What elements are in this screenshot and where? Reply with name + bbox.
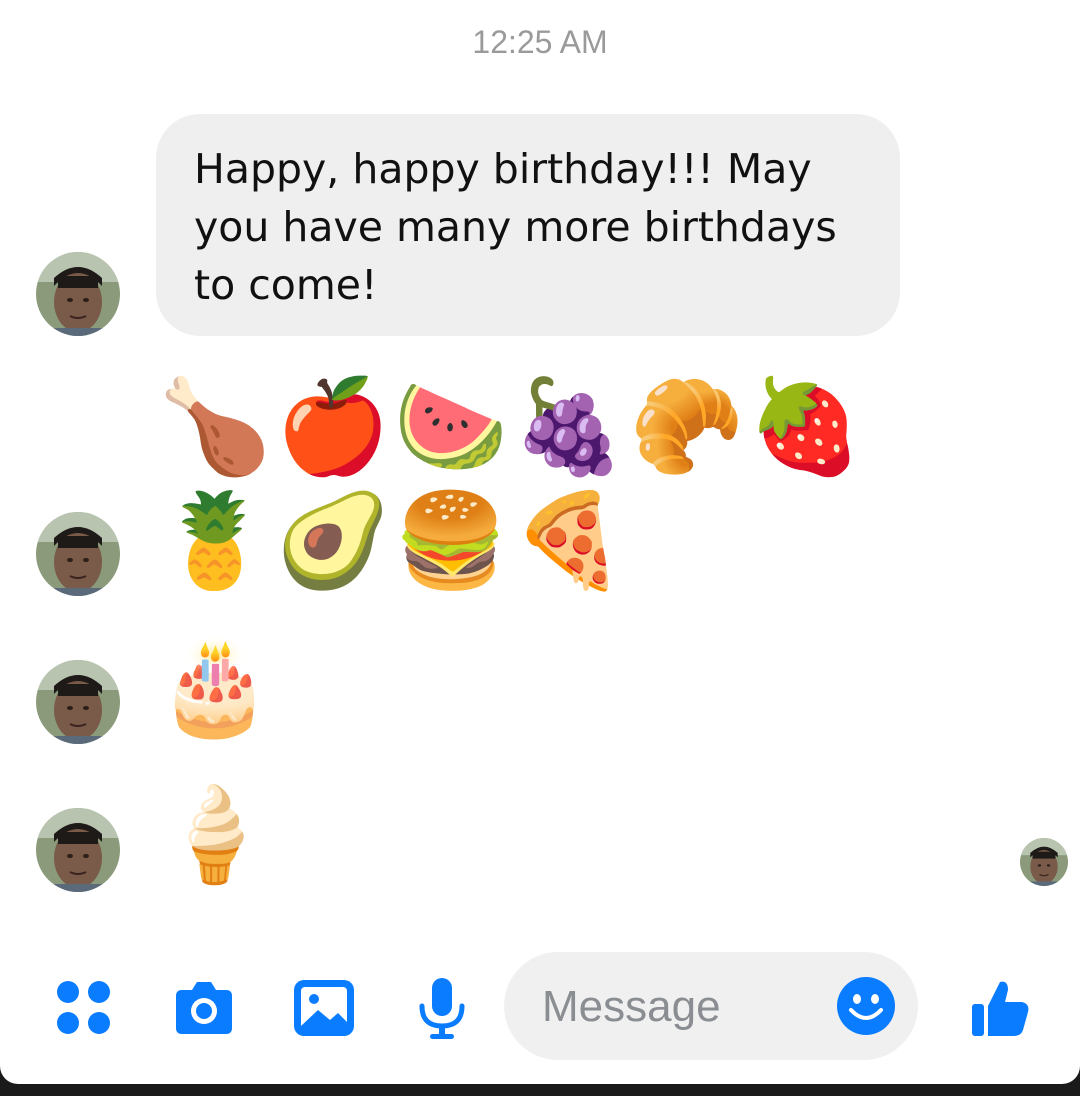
emoji-message-row-2[interactable]: 🍍 🥑 🍔 🍕 xyxy=(156,482,628,600)
croissant-emoji: 🥐 xyxy=(629,373,745,480)
sender-avatar[interactable] xyxy=(36,660,120,744)
camera-icon[interactable] xyxy=(172,976,236,1040)
avatar-image xyxy=(36,660,120,744)
avatar-image xyxy=(1020,838,1068,886)
avatar-image xyxy=(36,512,120,596)
emoji-message-row-3[interactable]: 🎂 xyxy=(156,628,274,746)
grapes-emoji: 🍇 xyxy=(511,373,627,480)
emoji-icon[interactable] xyxy=(836,976,896,1036)
seen-receipt-avatar xyxy=(1020,838,1068,886)
avatar-image xyxy=(36,808,120,892)
message-input[interactable] xyxy=(540,976,824,1038)
strawberry-emoji: 🍓 xyxy=(747,373,863,480)
gallery-icon[interactable] xyxy=(292,976,356,1040)
avatar-image xyxy=(36,252,120,336)
sender-avatar[interactable] xyxy=(36,252,120,336)
apps-icon[interactable] xyxy=(52,976,116,1040)
message-field[interactable] xyxy=(504,952,918,1060)
birthday-cake-emoji: 🎂 xyxy=(157,633,273,740)
message-timestamp: 12:25 AM xyxy=(472,24,608,60)
soft-ice-cream-emoji: 🍦 xyxy=(157,781,273,888)
message-composer xyxy=(0,952,1080,1062)
avocado-emoji: 🥑 xyxy=(275,487,391,594)
message-text: Happy, happy birthday!!! May you have ma… xyxy=(194,145,837,309)
pizza-emoji: 🍕 xyxy=(511,487,627,594)
emoji-message-row-4[interactable]: 🍦 xyxy=(156,776,274,894)
chat-screen: 12:25 AM Happy, happy birthday!!! May yo… xyxy=(0,0,1080,1084)
pineapple-emoji: 🍍 xyxy=(157,487,273,594)
microphone-icon[interactable] xyxy=(410,976,474,1040)
message-bubble[interactable]: Happy, happy birthday!!! May you have ma… xyxy=(156,114,900,336)
sender-avatar[interactable] xyxy=(36,808,120,892)
watermelon-emoji: 🍉 xyxy=(393,373,509,480)
sender-avatar[interactable] xyxy=(36,512,120,596)
red-apple-emoji: 🍎 xyxy=(275,373,391,480)
emoji-message-row-1[interactable]: 🍗 🍎 🍉 🍇 🥐 🍓 xyxy=(156,368,864,486)
poultry-leg-emoji: 🍗 xyxy=(157,373,273,480)
hamburger-emoji: 🍔 xyxy=(393,487,509,594)
thumbs-up-icon[interactable] xyxy=(968,976,1032,1040)
